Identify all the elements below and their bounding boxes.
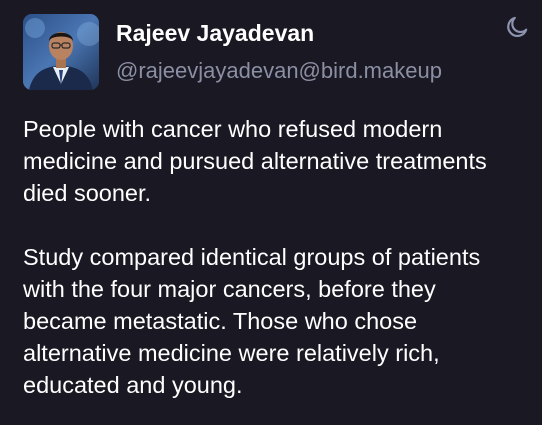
post-paragraph: People with cancer who refused modern me… — [23, 116, 487, 206]
post-card: Rajeev Jayadevan @rajeevjayadevan@bird.m… — [0, 0, 542, 425]
moon-icon[interactable] — [504, 14, 530, 40]
author-display-name[interactable]: Rajeev Jayadevan — [116, 20, 314, 47]
post-paragraph: Study compared identical groups of patie… — [23, 244, 481, 398]
post-content: People with cancer who refused modern me… — [23, 113, 533, 401]
author-handle[interactable]: @rajeevjayadevan@bird.makeup — [116, 58, 442, 84]
avatar[interactable] — [23, 14, 99, 90]
